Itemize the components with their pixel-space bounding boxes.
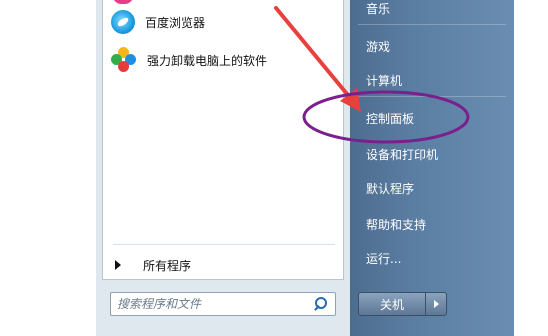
right-item-label: 设备和打印机	[366, 147, 439, 162]
left-pane: 百度浏览器 强力卸载电脑上的软件 所有程序	[96, 0, 350, 336]
right-item-help-support[interactable]: 帮助和支持	[366, 212, 426, 236]
program-label: 强力卸载电脑上的软件	[147, 53, 268, 68]
right-item-label: 计算机	[366, 73, 403, 88]
right-item-label: 控制面板	[366, 111, 415, 126]
program-label: 百度浏览器	[145, 15, 206, 30]
right-item-label: 运行...	[366, 251, 402, 266]
right-item-control-panel[interactable]: 控制面板	[366, 106, 414, 130]
right-item-label: 帮助和支持	[366, 217, 427, 232]
baidu-browser-icon	[111, 10, 135, 34]
partial-app-icon	[113, 0, 133, 4]
program-item-baidu-browser[interactable]: 百度浏览器	[111, 6, 339, 38]
search-input[interactable]	[111, 296, 311, 312]
right-item-music[interactable]: 音乐	[366, 0, 390, 20]
right-item-label: 音乐	[366, 1, 391, 16]
background-strip	[514, 0, 548, 336]
divider	[358, 24, 506, 25]
uninstall-icon	[111, 47, 137, 73]
all-programs-label: 所有程序	[143, 258, 192, 273]
search-box[interactable]	[110, 292, 336, 316]
program-item-uninstall[interactable]: 强力卸载电脑上的软件	[111, 44, 339, 76]
right-item-games[interactable]: 游戏	[366, 34, 390, 58]
right-item-devices-printers[interactable]: 设备和打印机	[366, 142, 438, 166]
right-item-run[interactable]: 运行...	[366, 246, 401, 270]
right-item-label: 游戏	[366, 39, 391, 54]
right-item-computer[interactable]: 计算机	[366, 68, 402, 92]
search-icon[interactable]	[311, 294, 331, 314]
start-menu: 百度浏览器 强力卸载电脑上的软件 所有程序 音乐	[96, 0, 514, 336]
shutdown-button-group: 关机	[358, 292, 450, 316]
shutdown-button[interactable]: 关机	[358, 292, 426, 316]
divider	[113, 244, 335, 245]
arrow-right-icon	[115, 260, 121, 270]
right-item-default-programs[interactable]: 默认程序	[366, 176, 414, 200]
divider	[358, 96, 506, 97]
arrow-right-icon	[433, 300, 439, 308]
shutdown-label: 关机	[379, 297, 404, 312]
right-item-label: 默认程序	[366, 181, 415, 196]
all-programs-button[interactable]: 所有程序	[109, 254, 191, 276]
shutdown-options-button[interactable]	[426, 292, 447, 316]
programs-list: 百度浏览器 强力卸载电脑上的软件 所有程序	[102, 0, 344, 280]
right-pane: 音乐 游戏 计算机 控制面板 设备和打印机 默认程序 帮助和支持 运行... 关…	[350, 0, 514, 336]
